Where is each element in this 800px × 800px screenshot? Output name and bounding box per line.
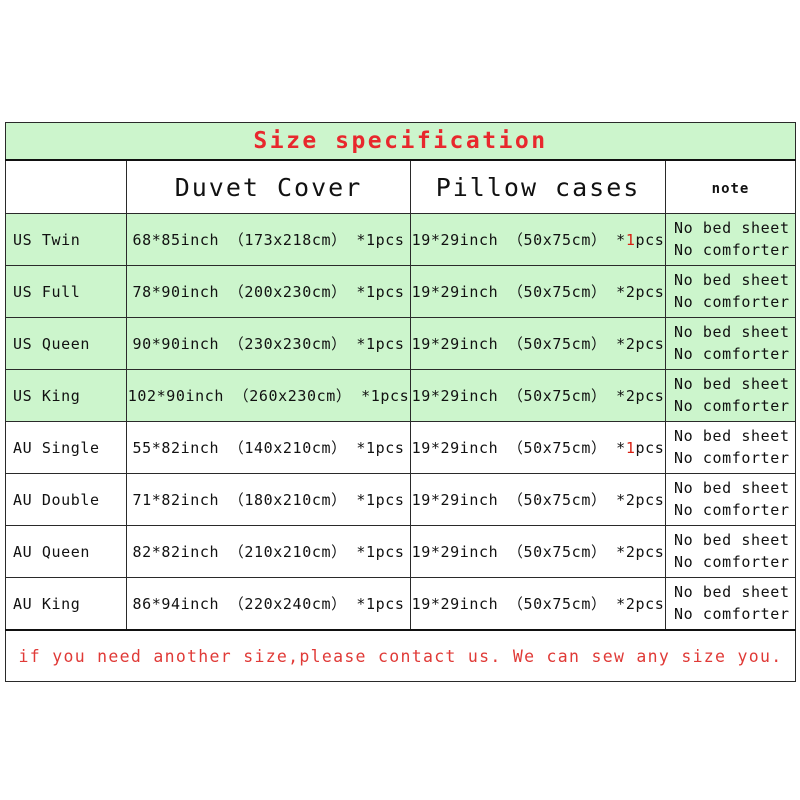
pillow-quantity: 2 — [625, 491, 636, 509]
table-footer-cell: if you need another size,please contact … — [5, 629, 796, 682]
cell-duvet-cover: 90*90inch （230x230cm） *1pcs — [126, 317, 411, 370]
cell-duvet-cover: 71*82inch （180x210cm） *1pcs — [126, 473, 411, 526]
table-row: AU King 86*94inch （220x240cm） *1pcs 19*29i… — [5, 577, 796, 631]
cell-duvet-cover: 68*85inch （173x218cm） *1pcs — [126, 213, 411, 266]
pillow-quantity: 2 — [625, 543, 636, 561]
table-row: AU Double 71*82inch （180x210cm） *1pcs 19*2… — [5, 473, 796, 526]
pillow-quantity-unit: pcs — [635, 543, 665, 561]
size-specification-image: Size specification Duvet Cover Pillow ca… — [0, 0, 800, 800]
note-line-2: No comforter — [674, 344, 790, 363]
table-title-row: Size specification — [5, 122, 796, 161]
header-label-duvet: Duvet Cover — [174, 172, 363, 202]
cell-size-label: US Full — [5, 265, 127, 318]
table-footer-row: if you need another size,please contact … — [5, 629, 796, 682]
note-line-2: No comforter — [674, 552, 790, 571]
pillow-size-text: 19*29inch （50x75cm） * — [411, 595, 626, 613]
size-specification-table: Size specification Duvet Cover Pillow ca… — [5, 122, 796, 682]
header-label-pillow: Pillow cases — [435, 172, 641, 202]
note-line-2: No comforter — [674, 292, 790, 311]
header-cell-note: note — [665, 159, 796, 214]
cell-pillow-cases: 19*29inch （50x75cm） *1pcs — [410, 421, 666, 474]
header-cell-blank — [5, 159, 127, 214]
pillow-quantity-unit: pcs — [635, 387, 665, 405]
cell-duvet-cover: 82*82inch （210x210cm） *1pcs — [126, 525, 411, 578]
note-line-1: No bed sheet — [674, 583, 790, 602]
pillow-size-text: 19*29inch （50x75cm） * — [411, 387, 626, 405]
cell-pillow-cases: 19*29inch （50x75cm） *2pcs — [410, 265, 666, 318]
table-row: AU Single 55*82inch （140x210cm） *1pcs 19*2… — [5, 421, 796, 474]
note-line-2: No comforter — [674, 396, 790, 415]
table-title: Size specification — [253, 128, 548, 154]
cell-note: No bed sheet No comforter — [665, 577, 796, 631]
pillow-size-text: 19*29inch （50x75cm） * — [411, 283, 626, 301]
header-cell-duvet: Duvet Cover — [126, 159, 411, 214]
cell-duvet-cover: 86*94inch （220x240cm） *1pcs — [126, 577, 411, 631]
cell-duvet-cover: 102*90inch （260x230cm） *1pcs — [126, 369, 411, 422]
pillow-quantity: 1 — [625, 231, 636, 249]
cell-note: No bed sheet No comforter — [665, 369, 796, 422]
cell-pillow-cases: 19*29inch （50x75cm） *2pcs — [410, 577, 666, 631]
note-line-2: No comforter — [674, 448, 790, 467]
note-line-2: No comforter — [674, 604, 790, 623]
pillow-quantity: 2 — [625, 335, 636, 353]
cell-duvet-cover: 55*82inch （140x210cm） *1pcs — [126, 421, 411, 474]
pillow-quantity: 2 — [625, 595, 636, 613]
header-cell-pillow: Pillow cases — [410, 159, 666, 214]
note-line-1: No bed sheet — [674, 375, 790, 394]
note-line-2: No comforter — [674, 240, 790, 259]
note-line-1: No bed sheet — [674, 531, 790, 550]
pillow-size-text: 19*29inch （50x75cm） * — [411, 439, 626, 457]
pillow-quantity-unit: pcs — [635, 231, 665, 249]
table-row: US King 102*90inch （260x230cm） *1pcs 19*29… — [5, 369, 796, 422]
table-title-cell: Size specification — [5, 122, 796, 161]
cell-pillow-cases: 19*29inch （50x75cm） *2pcs — [410, 473, 666, 526]
cell-size-label: AU Single — [5, 421, 127, 474]
pillow-quantity-unit: pcs — [635, 439, 665, 457]
cell-pillow-cases: 19*29inch （50x75cm） *2pcs — [410, 369, 666, 422]
pillow-size-text: 19*29inch （50x75cm） * — [411, 335, 626, 353]
cell-size-label: AU Queen — [5, 525, 127, 578]
cell-pillow-cases: 19*29inch （50x75cm） *1pcs — [410, 213, 666, 266]
cell-size-label: US King — [5, 369, 127, 422]
table-row: AU Queen 82*82inch （210x210cm） *1pcs 19*29… — [5, 525, 796, 578]
footer-note: if you need another size,please contact … — [18, 646, 783, 666]
pillow-quantity-unit: pcs — [635, 335, 665, 353]
note-line-2: No comforter — [674, 500, 790, 519]
pillow-size-text: 19*29inch （50x75cm） * — [411, 231, 626, 249]
pillow-quantity: 2 — [625, 283, 636, 301]
cell-duvet-cover: 78*90inch （200x230cm） *1pcs — [126, 265, 411, 318]
note-line-1: No bed sheet — [674, 271, 790, 290]
note-line-1: No bed sheet — [674, 323, 790, 342]
cell-note: No bed sheet No comforter — [665, 525, 796, 578]
cell-size-label: US Queen — [5, 317, 127, 370]
cell-size-label: AU King — [5, 577, 127, 631]
table-row: US Queen 90*90inch （230x230cm） *1pcs 19*29… — [5, 317, 796, 370]
header-label-note: note — [711, 180, 750, 197]
pillow-quantity-unit: pcs — [635, 283, 665, 301]
cell-size-label: AU Double — [5, 473, 127, 526]
cell-note: No bed sheet No comforter — [665, 421, 796, 474]
note-line-1: No bed sheet — [674, 427, 790, 446]
pillow-quantity-unit: pcs — [635, 595, 665, 613]
table-row: US Twin 68*85inch （173x218cm） *1pcs 19*29i… — [5, 213, 796, 266]
pillow-quantity: 1 — [625, 439, 636, 457]
pillow-quantity-unit: pcs — [635, 491, 665, 509]
pillow-size-text: 19*29inch （50x75cm） * — [411, 543, 626, 561]
cell-note: No bed sheet No comforter — [665, 473, 796, 526]
cell-note: No bed sheet No comforter — [665, 265, 796, 318]
table-row: US Full 78*90inch （200x230cm） *1pcs 19*29i… — [5, 265, 796, 318]
cell-pillow-cases: 19*29inch （50x75cm） *2pcs — [410, 525, 666, 578]
cell-note: No bed sheet No comforter — [665, 317, 796, 370]
cell-size-label: US Twin — [5, 213, 127, 266]
note-line-1: No bed sheet — [674, 479, 790, 498]
pillow-size-text: 19*29inch （50x75cm） * — [411, 491, 626, 509]
cell-note: No bed sheet No comforter — [665, 213, 796, 266]
note-line-1: No bed sheet — [674, 219, 790, 238]
pillow-quantity: 2 — [625, 387, 636, 405]
cell-pillow-cases: 19*29inch （50x75cm） *2pcs — [410, 317, 666, 370]
table-header-row: Duvet Cover Pillow cases note — [5, 159, 796, 214]
